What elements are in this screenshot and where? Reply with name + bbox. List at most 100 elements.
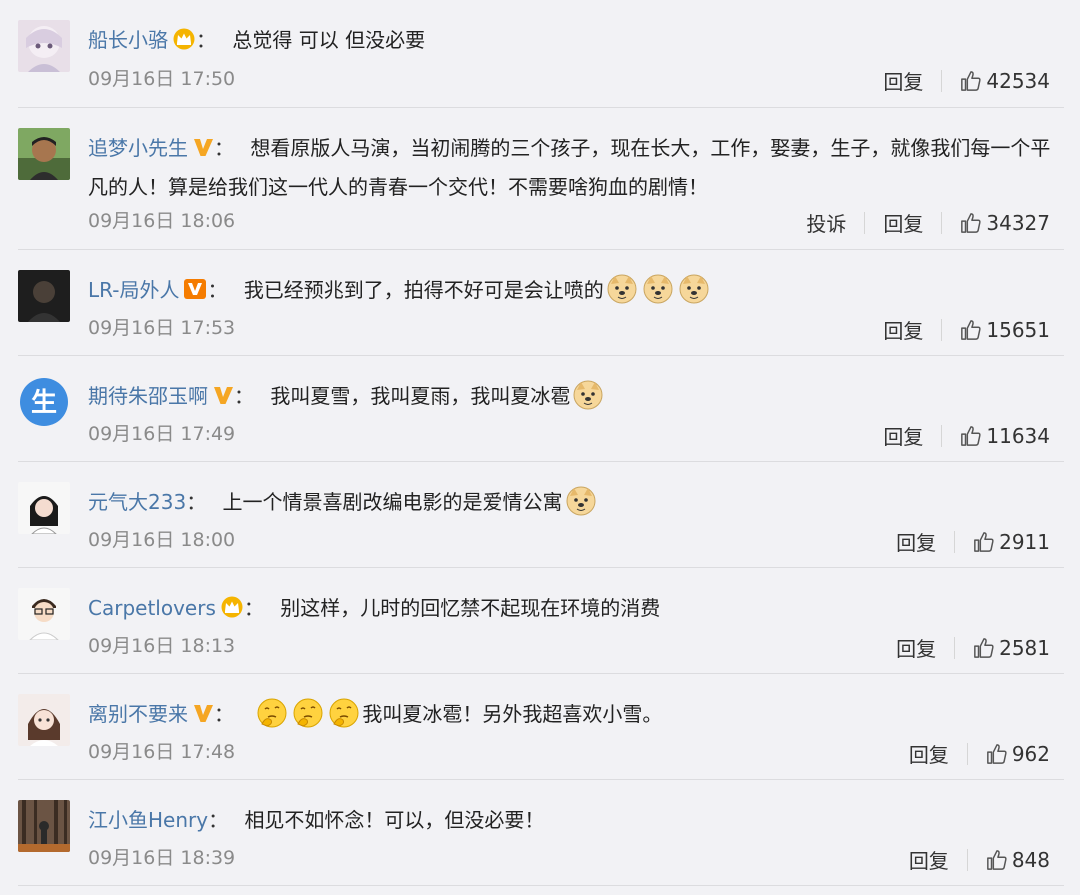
like-button[interactable]: 962 bbox=[986, 742, 1050, 766]
reply-button[interactable]: 回复 bbox=[883, 66, 923, 95]
like-count: 15651 bbox=[986, 317, 1050, 342]
avatar[interactable] bbox=[18, 270, 70, 322]
like-button[interactable]: 2581 bbox=[973, 636, 1050, 660]
vip-v-icon bbox=[192, 133, 214, 169]
comment-item: Carpetlovers： 别这样，儿时的回忆禁不起现在环境的消费 09月16日… bbox=[0, 568, 1080, 674]
reply-button[interactable]: 回复 bbox=[896, 527, 936, 556]
comment-text: 我已经预兆到了，拍得不好可是会让喷的 bbox=[243, 278, 604, 302]
like-button[interactable]: 42534 bbox=[960, 69, 1050, 93]
thumbs-up-icon bbox=[974, 637, 994, 658]
divider bbox=[966, 848, 968, 871]
reply-button[interactable]: 回复 bbox=[883, 208, 923, 237]
thinking-emoji-icon bbox=[329, 698, 359, 728]
thumbs-up-icon bbox=[974, 531, 994, 552]
like-count: 848 bbox=[1011, 847, 1050, 872]
thumbs-up-icon bbox=[961, 319, 981, 340]
comment-text: 我叫夏冰雹！另外我超喜欢小雪。 bbox=[362, 702, 663, 726]
like-button[interactable]: 11634 bbox=[960, 424, 1050, 448]
comment-list: 船长小骆： 总觉得 可以 但没必要 09月16日 17:50 回复 42534 … bbox=[0, 0, 1080, 895]
comment-item: 生 期待朱邵玉啊： 我叫夏雪，我叫夏雨，我叫夏冰雹 09月16日 17:49 回… bbox=[0, 356, 1080, 462]
avatar[interactable]: 生 bbox=[18, 376, 70, 428]
like-button[interactable]: 848 bbox=[986, 848, 1050, 872]
thumbs-up-icon bbox=[986, 743, 1007, 764]
like-button[interactable]: 15651 bbox=[960, 318, 1050, 342]
username[interactable]: 期待朱邵玉啊 bbox=[88, 384, 208, 408]
divider bbox=[954, 530, 956, 553]
timestamp: 09月16日 18:00 bbox=[88, 529, 236, 551]
comment-item: 江小鱼Henry： 相见不如怀念！可以，但没必要！ 09月16日 18:39 回… bbox=[0, 780, 1080, 886]
reply-button[interactable]: 回复 bbox=[883, 421, 923, 450]
doge-emoji-icon bbox=[643, 274, 673, 304]
avatar[interactable] bbox=[18, 128, 70, 180]
username[interactable]: 船长小骆 bbox=[88, 28, 168, 52]
username[interactable]: 追梦小先生 bbox=[88, 136, 188, 160]
doge-emoji-icon bbox=[607, 274, 637, 304]
comment-actions: 回复 848 bbox=[909, 845, 1050, 874]
vip-v-icon bbox=[192, 699, 214, 735]
username[interactable]: 元气大233 bbox=[88, 490, 186, 514]
thumbs-up-icon bbox=[961, 425, 981, 446]
reply-button[interactable]: 回复 bbox=[909, 739, 949, 768]
doge-emoji-icon bbox=[679, 274, 709, 304]
report-button[interactable]: 投诉 bbox=[806, 208, 846, 237]
reply-button[interactable]: 回复 bbox=[883, 315, 923, 344]
comment-text: 相见不如怀念！可以，但没必要！ bbox=[244, 808, 545, 832]
vip-v-icon bbox=[212, 381, 234, 417]
timestamp: 09月16日 18:06 bbox=[88, 210, 236, 232]
divider bbox=[941, 69, 943, 92]
divider bbox=[941, 211, 943, 234]
timestamp: 09月16日 17:50 bbox=[88, 68, 236, 90]
thinking-emoji-icon bbox=[257, 698, 287, 728]
avatar[interactable] bbox=[18, 800, 70, 852]
timestamp: 09月16日 18:13 bbox=[88, 635, 236, 657]
comment-actions: 投诉 回复 34327 bbox=[806, 208, 1050, 237]
username[interactable]: Carpetlovers bbox=[88, 596, 216, 620]
timestamp: 09月16日 17:49 bbox=[88, 423, 236, 445]
doge-emoji-icon bbox=[573, 380, 603, 410]
username[interactable]: 离别不要来 bbox=[88, 702, 188, 726]
thumbs-up-icon bbox=[961, 212, 981, 233]
crown-icon bbox=[172, 25, 196, 61]
username[interactable]: 江小鱼Henry bbox=[88, 808, 208, 832]
comment-item: 离别不要来： 我叫夏冰雹！另外我超喜欢小雪。 09月16日 17:48 回复 9… bbox=[0, 674, 1080, 780]
comment-item: 追梦小先生： 想看原版人马演，当初闹腾的三个孩子，现在长大，工作，娶妻，生子，就… bbox=[0, 108, 1080, 250]
comment-item: LR-局外人： 我已经预兆到了，拍得不好可是会让喷的 09月16日 17:53 … bbox=[0, 250, 1080, 356]
comment-text: 总觉得 可以 但没必要 bbox=[232, 28, 426, 52]
row-divider bbox=[18, 885, 1064, 886]
avatar[interactable] bbox=[18, 20, 70, 72]
reply-button[interactable]: 回复 bbox=[909, 845, 949, 874]
comment-text: 上一个情景喜剧改编电影的是爱情公寓 bbox=[222, 490, 563, 514]
like-count: 2581 bbox=[999, 635, 1050, 660]
divider bbox=[954, 636, 956, 659]
comment-item: 元气大233： 上一个情景喜剧改编电影的是爱情公寓 09月16日 18:00 回… bbox=[0, 462, 1080, 568]
comment-text: 别这样，儿时的回忆禁不起现在环境的消费 bbox=[280, 596, 661, 620]
comment-actions: 回复 962 bbox=[909, 739, 1050, 768]
comment-text-continued: 凡的人！算是给我们这一代人的青春一个交代！不需要啥狗血的剧情！ bbox=[88, 175, 708, 199]
comment-actions: 回复 11634 bbox=[883, 421, 1050, 450]
comment-item: 船长小骆： 总觉得 可以 但没必要 09月16日 17:50 回复 42534 bbox=[0, 0, 1080, 108]
divider bbox=[966, 742, 968, 765]
avatar[interactable] bbox=[18, 588, 70, 640]
svg-text:生: 生 bbox=[31, 388, 57, 418]
avatar[interactable] bbox=[18, 482, 70, 534]
divider bbox=[941, 424, 943, 447]
comment-text: 我叫夏雪，我叫夏雨，我叫夏冰雹 bbox=[270, 384, 571, 408]
like-button[interactable]: 34327 bbox=[960, 211, 1050, 235]
thinking-emoji-icon bbox=[293, 698, 323, 728]
like-button[interactable]: 2911 bbox=[973, 530, 1050, 554]
thumbs-up-icon bbox=[961, 70, 981, 91]
thumbs-up-icon bbox=[986, 849, 1007, 870]
comment-actions: 回复 2581 bbox=[896, 633, 1050, 662]
like-count: 2911 bbox=[999, 529, 1050, 554]
avatar[interactable] bbox=[18, 694, 70, 746]
like-count: 34327 bbox=[986, 210, 1050, 235]
username[interactable]: LR-局外人 bbox=[88, 278, 179, 302]
crown-icon bbox=[220, 593, 244, 629]
divider bbox=[864, 211, 866, 234]
timestamp: 09月16日 17:48 bbox=[88, 741, 236, 763]
reply-button[interactable]: 回复 bbox=[896, 633, 936, 662]
vip-box-v-icon bbox=[183, 275, 207, 311]
comment-actions: 回复 2911 bbox=[896, 527, 1050, 556]
timestamp: 09月16日 18:39 bbox=[88, 847, 236, 869]
comment-text: 想看原版人马演，当初闹腾的三个孩子，现在长大，工作，娶妻，生子，就像我们每一个平 bbox=[250, 136, 1051, 160]
